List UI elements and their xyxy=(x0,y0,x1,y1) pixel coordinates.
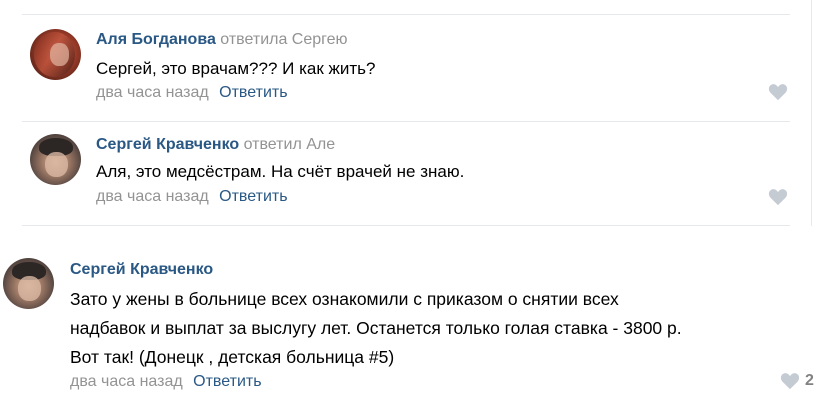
comment-text: Аля, это медсёстрам. На счёт врачей не з… xyxy=(96,162,465,181)
comment-meta: два часа назад Ответить xyxy=(70,373,262,391)
divider xyxy=(22,121,790,122)
reply-button[interactable]: Ответить xyxy=(193,373,261,390)
comment-text-line: надбавок и выплат за выслугу лет. Остане… xyxy=(70,318,682,338)
heart-icon xyxy=(768,84,788,101)
comment-text: Зато у жены в больнице всех ознакомили с… xyxy=(70,285,682,372)
comment-meta: два часа назад Ответить xyxy=(96,188,288,206)
author-name[interactable]: Сергей Кравченко xyxy=(96,136,239,153)
comment-text-line: Зато у жены в больнице всех ознакомили с… xyxy=(70,289,619,309)
comment-header: Сергей Кравченко ответил Але xyxy=(96,136,335,154)
divider xyxy=(22,14,790,15)
like-button[interactable] xyxy=(768,83,788,101)
comment-header: Сергей Кравченко xyxy=(70,261,213,279)
like-button[interactable] xyxy=(768,188,788,206)
comment-header: Аля Богданова ответила Сергею xyxy=(96,31,348,49)
reply-button[interactable]: Ответить xyxy=(219,188,287,205)
timestamp[interactable]: два часа назад xyxy=(96,188,209,205)
timestamp[interactable]: два часа назад xyxy=(70,373,183,390)
avatar[interactable] xyxy=(3,258,54,309)
heart-icon xyxy=(768,189,788,206)
scroll-divider xyxy=(811,0,812,226)
timestamp[interactable]: два часа назад xyxy=(96,84,209,101)
comment-text-line: Вот так! (Донецк , детская больница #5) xyxy=(70,347,395,367)
avatar[interactable] xyxy=(30,29,81,80)
divider xyxy=(22,225,790,226)
reply-button[interactable]: Ответить xyxy=(219,84,287,101)
reply-to-label[interactable]: ответила Сергею xyxy=(220,31,347,48)
author-name[interactable]: Сергей Кравченко xyxy=(70,261,213,278)
heart-icon xyxy=(780,373,800,390)
like-count: 2 xyxy=(805,372,814,389)
comment-meta: два часа назад Ответить xyxy=(96,84,288,102)
like-button[interactable]: 2 xyxy=(780,372,814,390)
comment-text: Сергей, это врачам??? И как жить? xyxy=(96,59,376,78)
avatar[interactable] xyxy=(30,134,81,185)
author-name[interactable]: Аля Богданова xyxy=(96,31,216,48)
reply-to-label[interactable]: ответил Але xyxy=(244,136,336,153)
